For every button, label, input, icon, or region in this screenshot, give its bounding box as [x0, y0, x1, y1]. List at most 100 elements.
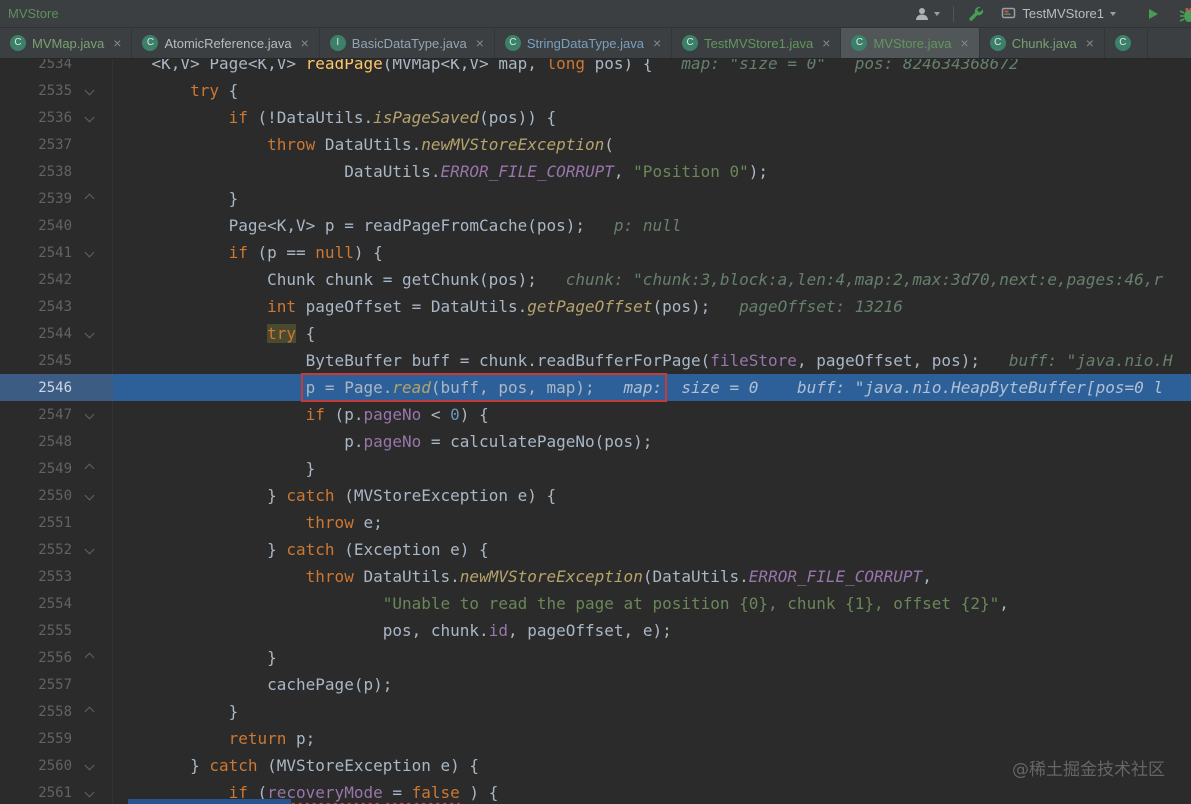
tab-StringDataType.java[interactable]: C StringDataType.java ×: [495, 28, 673, 58]
close-icon[interactable]: ×: [476, 35, 484, 51]
build-button[interactable]: [967, 5, 985, 23]
gutter[interactable]: 2556: [0, 644, 113, 671]
gutter[interactable]: 2544: [0, 320, 113, 347]
code-token: DataUtils.: [315, 135, 422, 154]
code-line-2539[interactable]: 2539 }: [0, 185, 1191, 212]
close-icon[interactable]: ×: [301, 35, 309, 51]
fold-down-icon[interactable]: [84, 85, 94, 96]
line-number: 2545: [38, 352, 72, 369]
gutter[interactable]: 2553: [0, 563, 113, 590]
code-line-2552[interactable]: 2552 } catch (Exception e) {: [0, 536, 1191, 563]
code-line-2554[interactable]: 2554 "Unable to read the page at positio…: [0, 590, 1191, 617]
gutter[interactable]: 2549: [0, 455, 113, 482]
code-line-2555[interactable]: 2555 pos, chunk.id, pageOffset, e);: [0, 617, 1191, 644]
code-line-2534[interactable]: 2534 <K,V> Page<K,V> readPage(MVMap<K,V>…: [0, 59, 1191, 77]
gutter[interactable]: 2535: [0, 77, 113, 104]
close-icon[interactable]: ×: [822, 35, 830, 51]
code-line-2558[interactable]: 2558 }: [0, 698, 1191, 725]
close-icon[interactable]: ×: [113, 35, 121, 51]
fold-down-icon[interactable]: [84, 490, 94, 501]
gutter[interactable]: 2536: [0, 104, 113, 131]
code-line-2557[interactable]: 2557 cachePage(p);: [0, 671, 1191, 698]
code-line-2556[interactable]: 2556 }: [0, 644, 1191, 671]
fold-down-icon[interactable]: [84, 760, 94, 771]
user-menu-button[interactable]: [914, 6, 941, 22]
fold-up-icon[interactable]: [84, 652, 94, 663]
close-icon[interactable]: ×: [653, 35, 661, 51]
fold-down-icon[interactable]: [84, 544, 94, 555]
gutter[interactable]: 2561: [0, 779, 113, 804]
fold-down-icon[interactable]: [84, 112, 94, 123]
gutter[interactable]: 2554: [0, 590, 113, 617]
code-line-2545[interactable]: 2545 ByteBuffer buff = chunk.readBufferF…: [0, 347, 1191, 374]
gutter[interactable]: 2541: [0, 239, 113, 266]
line-number: 2537: [38, 136, 72, 153]
close-icon[interactable]: ×: [1086, 35, 1094, 51]
code-line-2553[interactable]: 2553 throw DataUtils.newMVStoreException…: [0, 563, 1191, 590]
gutter[interactable]: 2560: [0, 752, 113, 779]
fold-up-icon[interactable]: [84, 463, 94, 474]
code-line-2548[interactable]: 2548 p.pageNo = calculatePageNo(pos);: [0, 428, 1191, 455]
code-line-2540[interactable]: 2540 Page<K,V> p = readPageFromCache(pos…: [0, 212, 1191, 239]
tab-label: AtomicReference.java: [164, 35, 292, 51]
code-line-2543[interactable]: 2543 int pageOffset = DataUtils.getPageO…: [0, 293, 1191, 320]
gutter[interactable]: 2559: [0, 725, 113, 752]
tab-Chunk.java[interactable]: C Chunk.java ×: [980, 28, 1105, 58]
debug-button[interactable]: [1178, 3, 1191, 25]
code-line-2537[interactable]: 2537 throw DataUtils.newMVStoreException…: [0, 131, 1191, 158]
fold-up-icon[interactable]: [84, 193, 94, 204]
gutter[interactable]: 2545: [0, 347, 113, 374]
code-line-2546[interactable]: 2546 p = Page.read(buff, pos, map); map:…: [0, 373, 1191, 402]
tab-label: Chunk.java: [1011, 35, 1077, 51]
code-line-2547[interactable]: 2547 if (p.pageNo < 0) {: [0, 401, 1191, 428]
code-line-2536[interactable]: 2536 if (!DataUtils.isPageSaved(pos)) {: [0, 104, 1191, 131]
gutter[interactable]: 2546: [0, 374, 113, 401]
code-editor[interactable]: 2534 <K,V> Page<K,V> readPage(MVMap<K,V>…: [0, 59, 1191, 804]
code-line-2538[interactable]: 2538 DataUtils.ERROR_FILE_CORRUPT, "Posi…: [0, 158, 1191, 185]
code-line-2544[interactable]: 2544 try {: [0, 320, 1191, 347]
fold-down-icon[interactable]: [84, 409, 94, 420]
code-line-2551[interactable]: 2551 throw e;: [0, 509, 1191, 536]
gutter[interactable]: 2548: [0, 428, 113, 455]
gutter[interactable]: 2551: [0, 509, 113, 536]
line-number: 2557: [38, 676, 72, 693]
tab-TestMVStore1.java[interactable]: C TestMVStore1.java ×: [672, 28, 842, 58]
code-line-2535[interactable]: 2535 try {: [0, 77, 1191, 104]
fold-up-icon[interactable]: [84, 706, 94, 717]
code-line-2549[interactable]: 2549 }: [0, 455, 1191, 482]
gutter[interactable]: 2538: [0, 158, 113, 185]
code-token: throw: [305, 567, 354, 586]
gutter[interactable]: 2534: [0, 59, 113, 77]
gutter[interactable]: 2550: [0, 482, 113, 509]
gutter[interactable]: 2547: [0, 401, 113, 428]
fold-down-icon[interactable]: [84, 328, 94, 339]
gutter[interactable]: 2539: [0, 185, 113, 212]
gutter[interactable]: 2537: [0, 131, 113, 158]
gutter[interactable]: 2543: [0, 293, 113, 320]
fold-down-icon[interactable]: [84, 247, 94, 258]
gutter[interactable]: 2558: [0, 698, 113, 725]
tab-BasicDataType.java[interactable]: I BasicDataType.java ×: [320, 28, 495, 58]
gutter[interactable]: 2555: [0, 617, 113, 644]
tab-partial[interactable]: C: [1105, 28, 1148, 58]
fold-cell: [72, 490, 106, 501]
code-line-2541[interactable]: 2541 if (p == null) {: [0, 239, 1191, 266]
code-line-2550[interactable]: 2550 } catch (MVStoreException e) {: [0, 482, 1191, 509]
gutter[interactable]: 2542: [0, 266, 113, 293]
fold-down-icon[interactable]: [84, 787, 94, 798]
gutter[interactable]: 2557: [0, 671, 113, 698]
code-token: pos) {: [585, 59, 653, 73]
fold-cell: [72, 247, 106, 258]
run-button[interactable]: [1146, 7, 1160, 21]
close-icon[interactable]: ×: [961, 35, 969, 51]
code-token: if: [228, 243, 248, 262]
run-config-selector[interactable]: TestMVStore1: [1001, 6, 1116, 21]
gutter[interactable]: 2540: [0, 212, 113, 239]
tab-AtomicReference.java[interactable]: C AtomicReference.java ×: [132, 28, 320, 58]
code-line-2559[interactable]: 2559 return p;: [0, 725, 1191, 752]
gutter[interactable]: 2552: [0, 536, 113, 563]
code-line-2542[interactable]: 2542 Chunk chunk = getChunk(pos); chunk:…: [0, 266, 1191, 293]
tab-MVMap.java[interactable]: C MVMap.java ×: [0, 28, 133, 58]
code-token: read: [392, 378, 431, 397]
tab-MVStore.java[interactable]: C MVStore.java ×: [841, 28, 980, 58]
